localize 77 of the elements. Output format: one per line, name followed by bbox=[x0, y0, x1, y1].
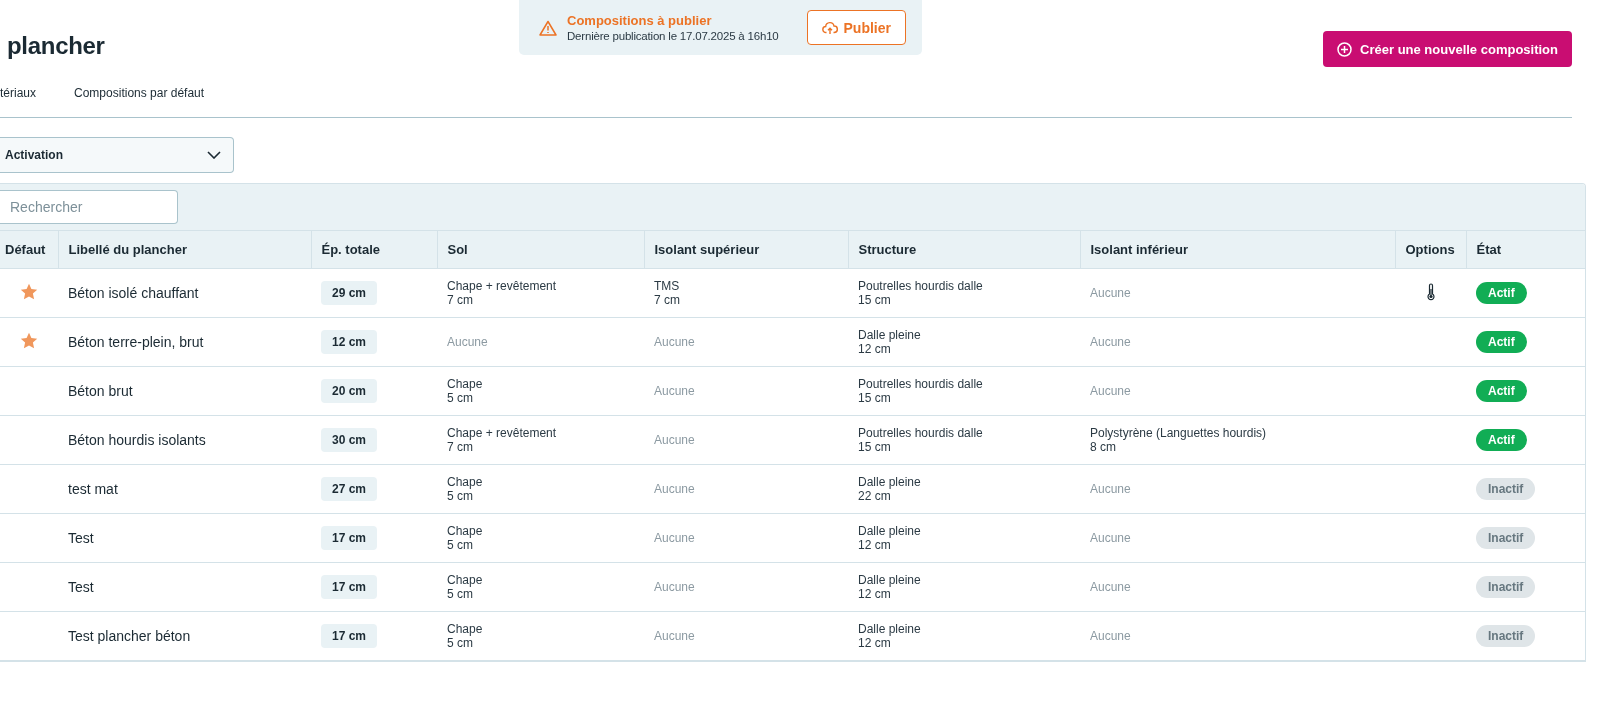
column-header: Isolant inférieur bbox=[1080, 230, 1395, 269]
column-header: Ép. totale bbox=[311, 230, 437, 269]
empty-layer-text: Aucune bbox=[1090, 531, 1131, 545]
layer-cell: Dalle pleine 22 cm bbox=[858, 475, 921, 503]
activation-dropdown[interactable]: Activation bbox=[0, 137, 234, 173]
floor-name: Béton hourdis isolants bbox=[68, 432, 206, 448]
layer-cell: Polystyrène (Languettes hourdis) 8 cm bbox=[1090, 426, 1267, 454]
empty-layer-text: Aucune bbox=[1090, 580, 1131, 594]
floor-name: Test bbox=[68, 530, 94, 546]
floor-name: test mat bbox=[68, 481, 118, 497]
empty-layer-text: Aucune bbox=[1090, 482, 1131, 496]
thickness-badge: 20 cm bbox=[321, 379, 378, 403]
thickness-badge: 12 cm bbox=[321, 330, 378, 354]
layer-cell: Chape 5 cm bbox=[447, 622, 483, 650]
layer-cell: Poutrelles hourdis dalle 15 cm bbox=[858, 377, 983, 405]
thickness-badge: 17 cm bbox=[321, 624, 378, 648]
empty-layer-text: Aucune bbox=[654, 384, 695, 398]
empty-layer-text: Aucune bbox=[654, 482, 695, 496]
floor-name: Béton isolé chauffant bbox=[68, 285, 199, 301]
column-header: Options bbox=[1395, 230, 1466, 269]
layer-cell: Chape 5 cm bbox=[447, 524, 483, 552]
layer-cell: Chape 5 cm bbox=[447, 573, 483, 601]
layer-cell: Chape 5 cm bbox=[447, 475, 483, 503]
empty-layer-text: Aucune bbox=[447, 335, 488, 349]
plus-circle-icon bbox=[1337, 41, 1353, 57]
layer-cell: Poutrelles hourdis dalle 15 cm bbox=[858, 279, 983, 307]
tab[interactable]: Compositions par défaut bbox=[74, 73, 205, 114]
layer-cell: TMS 7 cm bbox=[654, 279, 680, 307]
empty-layer-text: Aucune bbox=[1090, 286, 1131, 300]
column-header: État bbox=[1466, 230, 1585, 269]
status-badge: Inactif bbox=[1476, 527, 1536, 549]
empty-layer-text: Aucune bbox=[654, 580, 695, 594]
column-header: Structure bbox=[848, 230, 1080, 269]
status-badge: Inactif bbox=[1476, 625, 1536, 647]
status-badge: Inactif bbox=[1476, 478, 1536, 500]
empty-layer-text: Aucune bbox=[654, 531, 695, 545]
notice-title: Compositions à publier bbox=[567, 13, 713, 28]
column-header: Isolant supérieur bbox=[644, 230, 848, 269]
status-badge: Actif bbox=[1476, 380, 1527, 402]
thickness-badge: 29 cm bbox=[321, 281, 378, 305]
floor-name: Test plancher béton bbox=[68, 628, 191, 644]
floor-name: Béton brut bbox=[68, 383, 133, 399]
empty-layer-text: Aucune bbox=[654, 629, 695, 643]
notice-subtitle: Dernière publication le 17.07.2025 à 16h10 bbox=[567, 30, 780, 42]
layer-cell: Dalle pleine 12 cm bbox=[858, 573, 921, 601]
status-badge: Inactif bbox=[1476, 576, 1536, 598]
layer-cell: Chape 5 cm bbox=[447, 377, 483, 405]
status-badge: Actif bbox=[1476, 282, 1527, 304]
layer-cell: Chape + revêtement 7 cm bbox=[447, 426, 557, 454]
thickness-badge: 17 cm bbox=[321, 575, 378, 599]
empty-layer-text: Aucune bbox=[654, 433, 695, 447]
page-title: plancher bbox=[7, 32, 106, 60]
create-composition-button[interactable]: Créer une nouvelle composition bbox=[1323, 31, 1572, 67]
search-field[interactable]: Rechercher bbox=[0, 190, 178, 224]
layer-cell: Dalle pleine 12 cm bbox=[858, 328, 921, 356]
status-badge: Actif bbox=[1476, 429, 1527, 451]
column-header: Libellé du plancher bbox=[58, 230, 311, 269]
tab[interactable]: tériaux bbox=[0, 73, 37, 114]
empty-layer-text: Aucune bbox=[654, 335, 695, 349]
column-header: Défaut bbox=[0, 230, 58, 269]
thickness-badge: 27 cm bbox=[321, 477, 378, 501]
floor-name: Test bbox=[68, 579, 94, 595]
thickness-badge: 17 cm bbox=[321, 526, 378, 550]
chevron-down-icon bbox=[207, 151, 221, 159]
cloud-upload-icon bbox=[821, 20, 838, 35]
layer-cell: Dalle pleine 12 cm bbox=[858, 524, 921, 552]
layer-cell: Dalle pleine 12 cm bbox=[858, 622, 921, 650]
floor-name: Béton terre-plein, brut bbox=[68, 334, 204, 350]
empty-layer-text: Aucune bbox=[1090, 335, 1131, 349]
empty-layer-text: Aucune bbox=[1090, 629, 1131, 643]
layer-cell: Poutrelles hourdis dalle 15 cm bbox=[858, 426, 983, 454]
thickness-badge: 30 cm bbox=[321, 428, 378, 452]
status-badge: Actif bbox=[1476, 331, 1527, 353]
column-header: Sol bbox=[437, 230, 644, 269]
warning-icon bbox=[539, 19, 557, 36]
layer-cell: Chape + revêtement 7 cm bbox=[447, 279, 557, 307]
empty-layer-text: Aucune bbox=[1090, 384, 1131, 398]
